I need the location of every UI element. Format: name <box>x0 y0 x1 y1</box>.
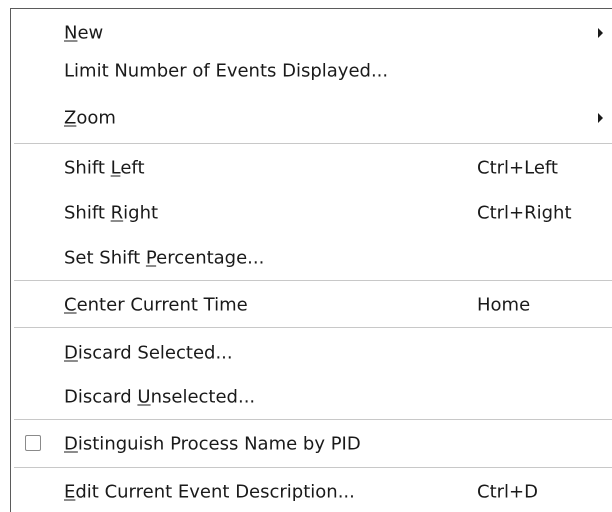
menu-item-label: New <box>64 22 104 44</box>
menu-item-limit-events[interactable]: Limit Number of Events Displayed... <box>11 52 612 90</box>
menu-item-label: Center Current Time <box>64 294 248 316</box>
menu-item-shift-left[interactable]: Shift Left Ctrl+Left <box>11 149 612 187</box>
menu-separator <box>14 143 612 144</box>
menu-item-edit-event-description[interactable]: Edit Current Event Description... Ctrl+D <box>11 473 612 511</box>
menu-item-distinguish-process-name[interactable]: Distinguish Process Name by PID <box>11 425 612 463</box>
menu-item-label: Distinguish Process Name by PID <box>64 433 361 455</box>
checkbox[interactable] <box>25 435 41 451</box>
menu-item-label: Limit Number of Events Displayed... <box>64 60 389 82</box>
menu-item-shift-right[interactable]: Shift Right Ctrl+Right <box>11 194 612 232</box>
menu-item-zoom[interactable]: Zoom <box>11 99 612 137</box>
menu-separator <box>14 327 612 328</box>
menu-item-label: Edit Current Event Description... <box>64 481 355 503</box>
menu-item-new[interactable]: New <box>11 14 612 52</box>
menu-item-center-current-time[interactable]: Center Current Time Home <box>11 286 612 324</box>
menu-item-shortcut: Ctrl+Left <box>477 157 558 179</box>
menu-item-label: Discard Unselected... <box>64 386 256 408</box>
menu-separator <box>14 280 612 281</box>
menu-item-set-shift-percentage[interactable]: Set Shift Percentage... <box>11 239 612 277</box>
menu-item-label: Discard Selected... <box>64 342 233 364</box>
menu-item-shortcut: Ctrl+D <box>477 481 538 503</box>
menu-item-label: Zoom <box>64 107 116 129</box>
menu-item-shortcut: Ctrl+Right <box>477 202 572 224</box>
context-menu: New Limit Number of Events Displayed... … <box>10 8 612 512</box>
menu-item-label: Shift Right <box>64 202 159 224</box>
menu-item-discard-selected[interactable]: Discard Selected... <box>11 334 612 372</box>
menu-item-shortcut: Home <box>477 294 531 316</box>
menu-item-label: Shift Left <box>64 157 145 179</box>
menu-separator <box>14 419 612 420</box>
menu-item-discard-unselected[interactable]: Discard Unselected... <box>11 378 612 416</box>
chevron-right-icon <box>598 28 603 38</box>
menu-separator <box>14 467 612 468</box>
menu-item-label: Set Shift Percentage... <box>64 247 265 269</box>
chevron-right-icon <box>598 113 603 123</box>
